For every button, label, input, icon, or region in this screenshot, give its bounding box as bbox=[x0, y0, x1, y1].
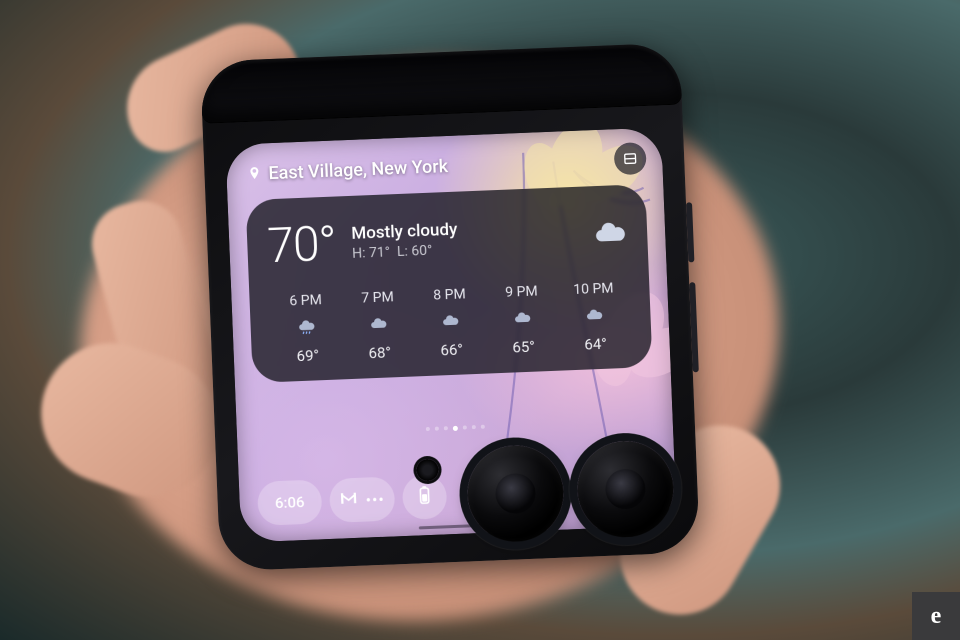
hour-time: 9 PM bbox=[505, 283, 538, 300]
battery-pill[interactable] bbox=[402, 474, 448, 520]
location-text: East Village, New York bbox=[268, 155, 448, 183]
high-low: H: 71° L: 60° bbox=[352, 241, 459, 261]
condition-text: Mostly cloudy bbox=[351, 219, 458, 243]
page-dot bbox=[443, 426, 447, 430]
location-label[interactable]: East Village, New York bbox=[246, 155, 448, 184]
hour-temp: 66° bbox=[440, 341, 463, 360]
page-dot bbox=[462, 425, 466, 429]
page-dot bbox=[471, 425, 475, 429]
page-dot bbox=[425, 427, 429, 431]
hourly-forecast: 6 PM 69° 7 PM 68° 8 PM 66° 9 bbox=[269, 280, 632, 366]
weather-widget[interactable]: 70° Mostly cloudy H: 71° L: 60° 6 PM bbox=[246, 184, 653, 383]
hour-slot: 10 PM 64° bbox=[557, 280, 632, 355]
panels-button[interactable] bbox=[614, 142, 647, 175]
page-dot bbox=[434, 427, 438, 431]
location-pin-icon bbox=[246, 165, 263, 182]
hour-time: 6 PM bbox=[289, 292, 322, 309]
hour-temp: 64° bbox=[584, 335, 607, 354]
battery-icon bbox=[417, 485, 432, 510]
cloud-icon bbox=[441, 313, 460, 332]
hour-slot: 6 PM 69° bbox=[269, 291, 344, 366]
current-temp: 70° bbox=[266, 215, 337, 275]
hour-temp: 68° bbox=[368, 343, 391, 362]
page-dot bbox=[480, 425, 484, 429]
hour-slot: 8 PM 66° bbox=[413, 286, 488, 361]
clock-pill[interactable]: 6:06 bbox=[257, 479, 323, 526]
cloud-icon bbox=[585, 307, 604, 326]
hour-time: 7 PM bbox=[361, 289, 394, 306]
notifications-pill[interactable]: ••• bbox=[329, 476, 396, 523]
watermark-logo: e bbox=[912, 592, 960, 640]
panels-icon bbox=[622, 150, 639, 167]
hour-slot: 9 PM 65° bbox=[485, 283, 560, 358]
cloud-icon bbox=[592, 214, 627, 249]
page-dot-active bbox=[452, 426, 457, 431]
hour-temp: 65° bbox=[512, 338, 535, 357]
hour-slot: 7 PM 68° bbox=[341, 288, 416, 363]
gmail-icon bbox=[339, 491, 358, 510]
phone-body: East Village, New York 70° Mostly cloudy… bbox=[200, 43, 700, 572]
hour-time: 10 PM bbox=[573, 280, 614, 298]
time-text: 6:06 bbox=[275, 493, 305, 512]
more-icon: ••• bbox=[365, 489, 385, 509]
cloud-rain-icon bbox=[297, 318, 316, 337]
cloud-icon bbox=[369, 316, 388, 335]
cloud-icon bbox=[513, 310, 532, 329]
hour-time: 8 PM bbox=[433, 286, 466, 303]
hour-temp: 69° bbox=[296, 346, 319, 365]
